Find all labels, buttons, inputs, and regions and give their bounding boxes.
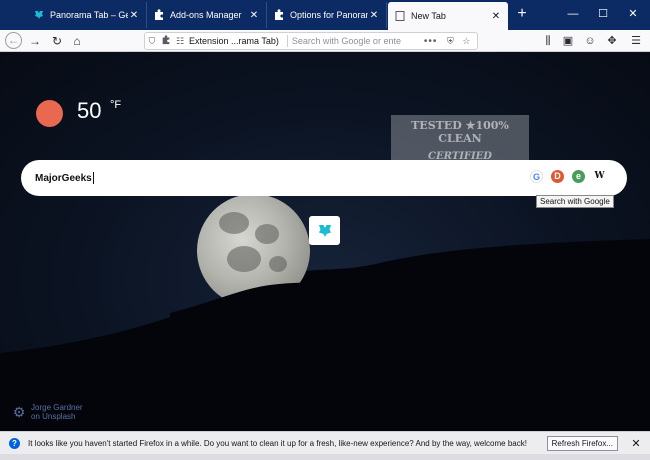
watermark-text: TESTED ★100% CLEAN — [411, 119, 509, 145]
sidebar-icon[interactable]: ▣ — [560, 33, 576, 49]
watermark-text: MAJORGEEKS — [394, 168, 526, 186]
notification-message: It looks like you haven't started Firefo… — [28, 438, 527, 448]
photo-credit[interactable]: Jorge Gardner on Unsplash — [31, 403, 83, 421]
tab-title: New Tab — [411, 11, 446, 21]
new-tab-button[interactable]: + — [512, 4, 532, 24]
menu-icon[interactable]: ☰ — [628, 33, 644, 49]
ecosia-icon[interactable]: e — [572, 170, 585, 183]
account-icon[interactable]: ☺ — [582, 33, 598, 49]
divider — [286, 35, 288, 47]
search-tooltip: Search with Google — [536, 195, 614, 208]
shield-icon[interactable]: ⛉ — [145, 36, 159, 47]
reload-button[interactable]: ↻ — [48, 32, 66, 50]
navigation-bar: ← → ↻ ⌂ ⛉ ☷ Extension ...rama Tab) ••• ⛨… — [0, 30, 650, 52]
close-icon[interactable]: ✕ — [630, 437, 642, 450]
window-bottom-edge — [0, 454, 650, 460]
close-icon[interactable]: ✕ — [248, 10, 260, 21]
page-icon — [394, 10, 406, 22]
panorama-icon — [318, 224, 331, 237]
watermark-text: .COM — [444, 186, 476, 197]
url-bar[interactable]: ⛉ ☷ Extension ...rama Tab) ••• ⛨ ☆ — [144, 32, 478, 50]
puzzle-icon — [273, 9, 285, 21]
gear-icon[interactable]: ⚙ — [11, 404, 27, 420]
back-button[interactable]: ← — [5, 32, 22, 49]
tab-title: Panorama Tab – Get th — [50, 10, 128, 20]
library-icon[interactable]: ⫼ — [540, 33, 556, 49]
watermark-logo: TESTED ★100% CLEAN CERTIFIED MAJORGEEKS … — [391, 115, 529, 197]
panorama-extension-button[interactable] — [309, 216, 340, 245]
google-icon[interactable]: G — [530, 170, 543, 183]
duckduckgo-icon[interactable]: D — [551, 170, 564, 183]
pocket-icon[interactable]: ⛨ — [443, 36, 457, 47]
home-button[interactable]: ⌂ — [68, 32, 86, 50]
text-caret — [92, 172, 94, 184]
puzzle-icon — [153, 9, 165, 21]
page-actions-icon[interactable]: ••• — [424, 36, 438, 47]
extension-label: Extension ...rama Tab) — [189, 36, 279, 46]
tab-title: Options for Panorama — [290, 10, 368, 20]
refresh-firefox-button[interactable]: Refresh Firefox... — [546, 435, 618, 451]
search-input[interactable] — [291, 36, 416, 46]
extensions-icon[interactable]: ✥ — [604, 33, 620, 49]
tab-addons-manager[interactable]: Add-ons Manager ✕ — [147, 2, 267, 28]
close-icon[interactable]: ✕ — [128, 10, 140, 21]
tab-title: Add-ons Manager — [170, 10, 242, 20]
search-query[interactable]: MajorGeeks — [35, 173, 92, 184]
minimize-button[interactable]: — — [563, 5, 583, 23]
tab-panorama[interactable]: Panorama Tab – Get th ✕ — [27, 2, 147, 28]
puzzle-icon — [159, 35, 173, 47]
panorama-icon — [33, 9, 45, 21]
close-window-button[interactable]: ✕ — [623, 5, 643, 23]
close-icon[interactable]: ✕ — [368, 10, 380, 21]
permissions-icon[interactable]: ☷ — [173, 36, 187, 47]
photographer-name[interactable]: Jorge Gardner — [31, 403, 83, 412]
notification-bar: ? It looks like you haven't started Fire… — [0, 431, 650, 454]
search-engine-list: G D e W — [530, 170, 606, 183]
watermark-text: CERTIFIED — [428, 151, 492, 162]
info-icon: ? — [9, 437, 20, 449]
photo-source[interactable]: on Unsplash — [31, 412, 83, 421]
wikipedia-icon[interactable]: W — [593, 170, 606, 183]
tab-new-tab[interactable]: New Tab ✕ — [388, 2, 508, 30]
bookmark-star-icon[interactable]: ☆ — [459, 36, 473, 47]
forward-button[interactable]: → — [26, 32, 44, 50]
maximize-button[interactable]: ☐ — [593, 5, 613, 23]
close-icon[interactable]: ✕ — [490, 11, 502, 22]
tab-options-panorama[interactable]: Options for Panorama ✕ — [267, 2, 387, 28]
tab-strip: Panorama Tab – Get th ✕ Add-ons Manager … — [0, 0, 650, 30]
new-tab-page: 50 °F MajorGeeks TESTED ★100% CLEAN CERT… — [0, 53, 650, 431]
